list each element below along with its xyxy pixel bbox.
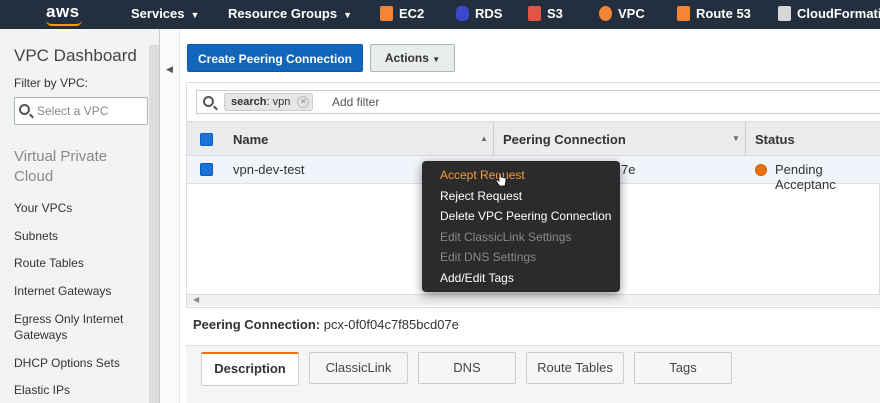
horizontal-scrollbar[interactable]: ◀ (187, 294, 880, 306)
menu-item-edit-classiclink-settings: Edit ClassicLink Settings (440, 230, 572, 244)
search-icon (19, 104, 30, 115)
cell-status: Pending Acceptanc (775, 162, 836, 192)
collapse-sidebar-toggle[interactable]: ◀ (160, 29, 180, 403)
remove-filter-icon[interactable]: ✕ (297, 96, 310, 108)
scroll-left-icon[interactable]: ◀ (193, 295, 199, 304)
sidebar-item-dhcp-options-sets[interactable]: DHCP Options Sets (14, 355, 144, 371)
shortcut-label: EC2 (399, 6, 425, 21)
cell-peering-connection: 7e (621, 162, 636, 177)
vpc-filter-select[interactable]: Select a VPC (14, 97, 148, 125)
detail-label: Peering Connection: (193, 317, 321, 332)
shortcut-s3[interactable]: S3 (528, 0, 563, 29)
select-all-checkbox[interactable] (200, 133, 213, 146)
sort-ascending-icon[interactable]: ▲ (480, 134, 488, 143)
sidebar-item-internet-gateways[interactable]: Internet Gateways (14, 283, 144, 299)
shortcut-vpc[interactable]: VPC (599, 0, 645, 29)
sidebar: VPC Dashboard Filter by VPC: Select a VP… (0, 29, 160, 403)
chevron-down-icon: ▼ (190, 10, 200, 20)
route53-icon (677, 6, 690, 21)
shortcut-rds[interactable]: RDS (456, 0, 502, 29)
shortcut-ec2[interactable]: EC2 (380, 0, 424, 29)
resource-groups-menu[interactable]: Resource Groups ▼ (228, 0, 352, 29)
resource-groups-label: Resource Groups (228, 6, 338, 21)
actions-label: Actions (384, 51, 429, 65)
section-title: Virtual Private Cloud (14, 148, 108, 185)
menu-item-delete-vpc-peering-connection[interactable]: Delete VPC Peering Connection (440, 209, 611, 223)
filter-token-value: : vpn (266, 96, 291, 108)
shortcut-label: S3 (547, 6, 563, 21)
menu-item-accept-request[interactable]: Accept Request (440, 168, 525, 182)
vpc-select-placeholder: Select a VPC (37, 104, 109, 118)
menu-item-reject-request[interactable]: Reject Request (440, 189, 522, 203)
hand-cursor-icon (495, 172, 507, 187)
filter-token-key: search (231, 96, 267, 108)
add-filter-placeholder[interactable]: Add filter (332, 95, 379, 109)
table-header: Name ▲ Peering Connection ▼ Status (187, 121, 880, 157)
menu-item-edit-dns-settings: Edit DNS Settings (440, 250, 537, 264)
shortcut-label: CloudFormati (797, 6, 880, 21)
services-menu[interactable]: Services ▼ (131, 0, 199, 29)
column-separator (745, 122, 746, 157)
tab-description[interactable]: Description (201, 352, 299, 386)
filter-token[interactable]: search: vpn ✕ (224, 93, 314, 111)
column-header-status[interactable]: Status (755, 132, 795, 147)
peering-connection-detail: Peering Connection: pcx-0f0f04c7f85bcd07… (193, 317, 459, 332)
cell-name: vpn-dev-test (233, 162, 305, 177)
top-navbar: aws Services ▼ Resource Groups ▼ EC2 RDS S… (0, 0, 880, 29)
shortcut-route53[interactable]: Route 53 (677, 0, 751, 29)
sidebar-scrollbar[interactable] (149, 45, 159, 403)
chevron-down-icon: ▼ (432, 55, 441, 64)
shortcut-label: RDS (475, 6, 503, 21)
menu-item-add-edit-tags[interactable]: Add/Edit Tags (440, 271, 514, 285)
sidebar-title[interactable]: VPC Dashboard (14, 46, 137, 66)
search-row: search: vpn ✕ Add filter (187, 83, 880, 121)
chevron-down-icon: ▼ (343, 10, 353, 20)
row-checkbox[interactable] (200, 163, 213, 176)
vpc-icon (599, 6, 612, 21)
cloudformation-icon (778, 6, 791, 21)
services-label: Services (131, 6, 185, 21)
shortcut-label: VPC (618, 6, 645, 21)
search-input[interactable]: search: vpn ✕ Add filter (196, 90, 880, 114)
create-peering-connection-button[interactable]: Create Peering Connection (187, 44, 363, 72)
aws-logo-smile-icon (46, 20, 82, 26)
pending-status-icon (755, 164, 767, 176)
column-header-name[interactable]: Name (233, 132, 268, 147)
tab-tags[interactable]: Tags (634, 352, 732, 384)
rds-icon (456, 6, 469, 21)
ec2-icon (380, 6, 393, 21)
search-icon (203, 96, 214, 107)
actions-dropdown-menu: Accept Request Reject Request Delete VPC… (422, 161, 620, 292)
s3-icon (528, 6, 541, 21)
filter-label: Filter by VPC: (14, 76, 89, 90)
detail-value: pcx-0f0f04c7f85bcd07e (323, 317, 459, 332)
sort-indicator-icon[interactable]: ▼ (732, 134, 740, 143)
shortcut-label: Route 53 (696, 6, 751, 21)
shortcut-cloudformation[interactable]: CloudFormati (778, 0, 880, 29)
sidebar-item-your-vpcs[interactable]: Your VPCs (14, 200, 144, 216)
sidebar-item-egress-only-internet-gateways[interactable]: Egress Only Internet Gateways (14, 311, 144, 343)
tab-classiclink[interactable]: ClassicLink (309, 352, 408, 384)
actions-button[interactable]: Actions ▼ (370, 44, 455, 72)
aws-logo[interactable]: aws (46, 2, 80, 22)
chevron-left-icon: ◀ (166, 64, 173, 74)
column-header-peering-connection[interactable]: Peering Connection (503, 132, 626, 147)
sidebar-item-route-tables[interactable]: Route Tables (14, 255, 144, 271)
tab-dns[interactable]: DNS (418, 352, 516, 384)
tab-route-tables[interactable]: Route Tables (526, 352, 624, 384)
column-separator (493, 122, 494, 157)
sidebar-item-subnets[interactable]: Subnets (14, 228, 144, 244)
sidebar-item-elastic-ips[interactable]: Elastic IPs (14, 382, 144, 398)
